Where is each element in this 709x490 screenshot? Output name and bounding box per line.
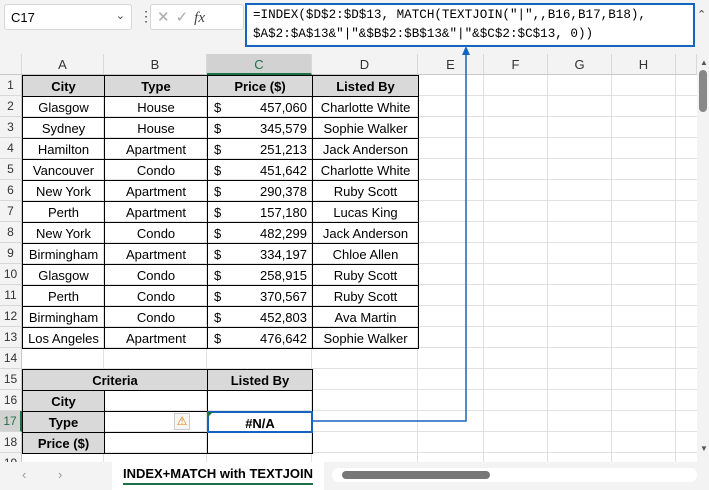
prev-sheet-icon[interactable]: ‹ — [22, 467, 26, 482]
next-sheet-icon[interactable]: › — [58, 467, 62, 482]
sheet-tab-label: INDEX+MATCH with TEXTJOIN — [122, 466, 314, 485]
sheet-tab-bar: ‹ › INDEX+MATCH with TEXTJOIN + ⋮ — [0, 462, 709, 490]
sheet-tab[interactable]: INDEX+MATCH with TEXTJOIN — [112, 462, 324, 490]
vertical-scrollbar[interactable]: ▲ ▼ — [697, 54, 709, 462]
horizontal-scrollbar[interactable] — [332, 468, 697, 482]
scroll-thumb[interactable] — [699, 70, 707, 112]
scroll-thumb[interactable] — [342, 471, 490, 479]
result-cell-1[interactable]: #N/A — [207, 411, 313, 433]
arrow-head — [462, 46, 470, 55]
arrow-connector — [313, 46, 470, 422]
arrow-line — [313, 52, 467, 422]
error-indicator — [208, 412, 213, 417]
warning-icon[interactable]: ⚠ — [174, 413, 190, 430]
